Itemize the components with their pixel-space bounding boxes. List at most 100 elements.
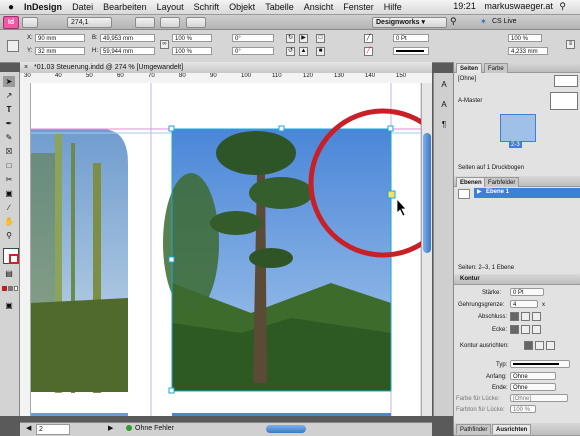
- apple-icon[interactable]: ●: [8, 2, 14, 13]
- zoom-tool-icon[interactable]: ⚲: [3, 230, 15, 241]
- menu-item[interactable]: Bearbeiten: [103, 2, 147, 12]
- hand-tool-icon[interactable]: ✋: [3, 216, 15, 227]
- zoom-field[interactable]: 274,1: [67, 17, 112, 28]
- pencil-tool-icon[interactable]: ✎: [3, 132, 15, 143]
- document-canvas[interactable]: [31, 83, 432, 416]
- rotate-cw-icon[interactable]: ↻: [286, 34, 295, 43]
- weight-field[interactable]: 0 Pt: [510, 288, 544, 296]
- a-master-thumb[interactable]: [550, 92, 578, 110]
- menu-item[interactable]: Hilfe: [384, 2, 402, 12]
- cs-live-icon[interactable]: ✶: [480, 17, 487, 26]
- round-cap-icon[interactable]: [521, 312, 530, 321]
- workspace-switcher[interactable]: Designworks ▾: [372, 17, 447, 28]
- tab-farbe[interactable]: Farbe: [484, 63, 508, 73]
- screen-mode-button[interactable]: [160, 17, 180, 28]
- flip-horizontal-icon[interactable]: ▶: [299, 34, 308, 43]
- vertical-scroll-thumb[interactable]: [423, 133, 431, 253]
- start-select[interactable]: Ohne: [510, 372, 556, 380]
- apply-gradient-icon[interactable]: [8, 286, 13, 291]
- eyedropper-icon[interactable]: ∕: [3, 202, 15, 213]
- stroke-type-field[interactable]: [393, 47, 429, 55]
- user-name[interactable]: markuswaeger.at: [484, 1, 553, 11]
- cs-live-label[interactable]: CS Live: [492, 18, 517, 25]
- scale-y-field[interactable]: 100 %: [172, 47, 212, 55]
- select-content-icon[interactable]: ■: [316, 47, 325, 56]
- tab-ausrichten[interactable]: Ausrichten: [492, 424, 532, 434]
- layer-visibility-icon[interactable]: [458, 189, 470, 199]
- horizontal-scroll-thumb[interactable]: [266, 425, 306, 433]
- square-cap-icon[interactable]: [532, 312, 541, 321]
- gap-color-select[interactable]: [Ohne]: [510, 394, 568, 402]
- width-field[interactable]: 49,953 mm: [100, 34, 155, 42]
- align-outside-icon[interactable]: [546, 341, 555, 350]
- menu-item[interactable]: Layout: [157, 2, 184, 12]
- apply-color-icon[interactable]: [2, 286, 7, 291]
- menu-item[interactable]: Fenster: [343, 2, 374, 12]
- select-container-icon[interactable]: □: [316, 34, 325, 43]
- apply-none-icon[interactable]: [14, 286, 18, 291]
- layer-expand-icon[interactable]: ▶: [477, 188, 482, 195]
- stroke-swatch-icon[interactable]: ╱: [364, 47, 373, 56]
- view-options-button[interactable]: [135, 17, 155, 28]
- gap-field[interactable]: 4,233 mm: [508, 47, 548, 55]
- tab-seiten[interactable]: Seiten: [456, 63, 483, 73]
- shear-field[interactable]: 0°: [232, 47, 274, 55]
- miter-join-icon[interactable]: [510, 325, 519, 334]
- tab-ebenen[interactable]: Ebenen: [456, 177, 486, 187]
- vertical-ruler[interactable]: [20, 83, 31, 416]
- close-doc-icon[interactable]: ×: [24, 64, 28, 71]
- butt-cap-icon[interactable]: [510, 312, 519, 321]
- menu-item[interactable]: Datei: [72, 2, 93, 12]
- stroke-type-select[interactable]: [510, 360, 570, 368]
- type-tool-icon[interactable]: T: [3, 104, 15, 115]
- none-master-thumb[interactable]: [554, 75, 578, 87]
- reference-point-icon[interactable]: [7, 40, 19, 52]
- selection-tool-icon[interactable]: ➤: [3, 76, 15, 87]
- paragraph-styles-icon[interactable]: A: [438, 79, 450, 90]
- spread-thumbnail[interactable]: [500, 114, 536, 142]
- align-center-icon[interactable]: [524, 341, 533, 350]
- opacity-field[interactable]: 100 %: [508, 34, 542, 42]
- rotate-ccw-icon[interactable]: ↺: [286, 47, 295, 56]
- stroke-weight-field[interactable]: 0 Pt: [393, 34, 429, 42]
- rectangle-frame-icon[interactable]: ☒: [3, 146, 15, 157]
- preflight-status[interactable]: Ohne Fehler: [135, 425, 174, 432]
- rectangle-tool-icon[interactable]: □: [3, 160, 15, 171]
- gap-tint-field[interactable]: 100 %: [510, 405, 536, 413]
- menu-item[interactable]: Ansicht: [304, 2, 334, 12]
- bevel-join-icon[interactable]: [532, 325, 541, 334]
- tab-farbfelder[interactable]: Farbfelder: [484, 177, 520, 187]
- view-mode-icon[interactable]: ▣: [3, 300, 15, 311]
- direct-selection-icon[interactable]: ↗: [3, 90, 15, 101]
- search-icon[interactable]: ⚲: [450, 16, 457, 27]
- fill-stroke-swatch[interactable]: [3, 248, 19, 264]
- scissors-icon[interactable]: ✂: [3, 174, 15, 185]
- gradient-tool-icon[interactable]: ▣: [3, 188, 15, 199]
- spotlight-icon[interactable]: ⚲: [559, 1, 566, 11]
- page-nav-prev[interactable]: ◀: [26, 424, 31, 432]
- bridge-button[interactable]: [22, 17, 38, 28]
- rotation-field[interactable]: 0°: [232, 34, 274, 42]
- vertical-scrollbar[interactable]: [421, 83, 432, 416]
- arrange-documents-button[interactable]: [186, 17, 206, 28]
- miter-field[interactable]: 4: [510, 300, 538, 308]
- round-join-icon[interactable]: [521, 325, 530, 334]
- height-field[interactable]: 59,944 mm: [100, 47, 155, 55]
- tab-pathfinder[interactable]: Pathfinder: [456, 424, 492, 434]
- align-inside-icon[interactable]: [535, 341, 544, 350]
- pen-tool-icon[interactable]: ✒: [3, 118, 15, 129]
- menu-item[interactable]: Schrift: [194, 2, 220, 12]
- end-select[interactable]: Ohne: [510, 383, 556, 391]
- page-nav-next[interactable]: ▶: [108, 424, 113, 432]
- y-field[interactable]: 32 mm: [35, 47, 85, 55]
- constrain-proportions-icon[interactable]: ∞: [160, 40, 169, 49]
- fill-swatch-icon[interactable]: ╱: [364, 34, 373, 43]
- layer-row[interactable]: ▶ Ebene 1: [474, 188, 580, 198]
- character-styles-icon[interactable]: A: [438, 99, 450, 110]
- page-number-field[interactable]: 2: [36, 424, 70, 435]
- paragraph-icon[interactable]: ¶: [438, 119, 450, 130]
- flip-vertical-icon[interactable]: ▲: [299, 47, 308, 56]
- menu-item[interactable]: Tabelle: [265, 2, 294, 12]
- scale-x-field[interactable]: 100 %: [172, 34, 212, 42]
- menu-item[interactable]: Objekt: [229, 2, 255, 12]
